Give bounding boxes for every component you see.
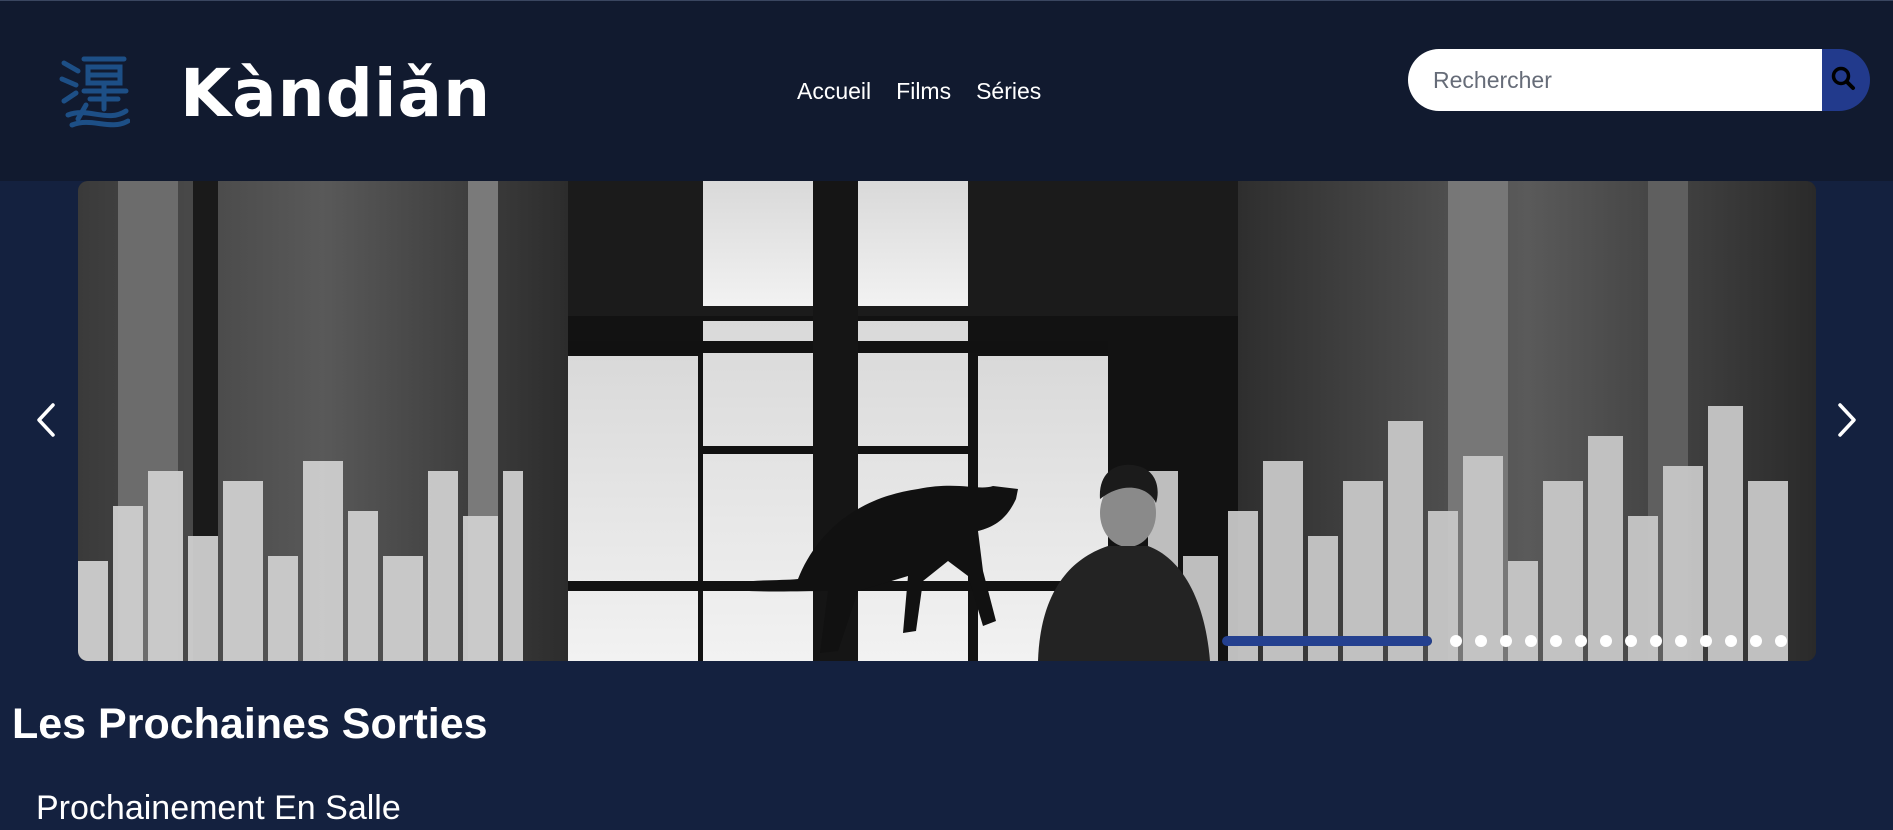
kanji-logo-icon[interactable] (58, 53, 130, 131)
carousel-dot[interactable] (1450, 635, 1462, 647)
section-title-in-theaters: Prochainement En Salle (36, 789, 401, 827)
carousel-dot[interactable] (1575, 635, 1587, 647)
carousel-dot[interactable] (1525, 635, 1537, 647)
section-title-upcoming: Les Prochaines Sorties (12, 700, 488, 748)
carousel-dot[interactable] (1475, 635, 1487, 647)
slide-progress-fill (1222, 636, 1432, 646)
carousel-dot[interactable] (1775, 635, 1787, 647)
chevron-right-icon[interactable] (1826, 395, 1866, 445)
slide-image (78, 181, 1816, 661)
brand-name[interactable]: Kàndiǎn (180, 49, 491, 139)
search-icon (1831, 66, 1855, 90)
carousel-dot[interactable] (1700, 635, 1712, 647)
carousel-dot[interactable] (1675, 635, 1687, 647)
main-nav: Accueil Films Séries (797, 75, 1041, 107)
carousel-dot[interactable] (1550, 635, 1562, 647)
carousel-dot[interactable] (1625, 635, 1637, 647)
carousel-dot[interactable] (1750, 635, 1762, 647)
carousel-dot[interactable] (1500, 635, 1512, 647)
search-button[interactable] (1822, 49, 1870, 111)
carousel-dot[interactable] (1650, 635, 1662, 647)
nav-item-films[interactable]: Films (896, 75, 951, 107)
search-bar (1408, 49, 1870, 111)
site-header: Kàndiǎn Accueil Films Séries (0, 1, 1893, 181)
slide-progress-bar (1222, 636, 1432, 646)
search-input[interactable] (1408, 49, 1822, 111)
hero-carousel[interactable] (78, 181, 1816, 661)
nav-item-accueil[interactable]: Accueil (797, 75, 871, 107)
nav-item-series[interactable]: Séries (976, 75, 1041, 107)
carousel-dot[interactable] (1725, 635, 1737, 647)
chevron-left-icon[interactable] (27, 395, 67, 445)
carousel-dots (1450, 635, 1787, 647)
carousel-dot[interactable] (1600, 635, 1612, 647)
